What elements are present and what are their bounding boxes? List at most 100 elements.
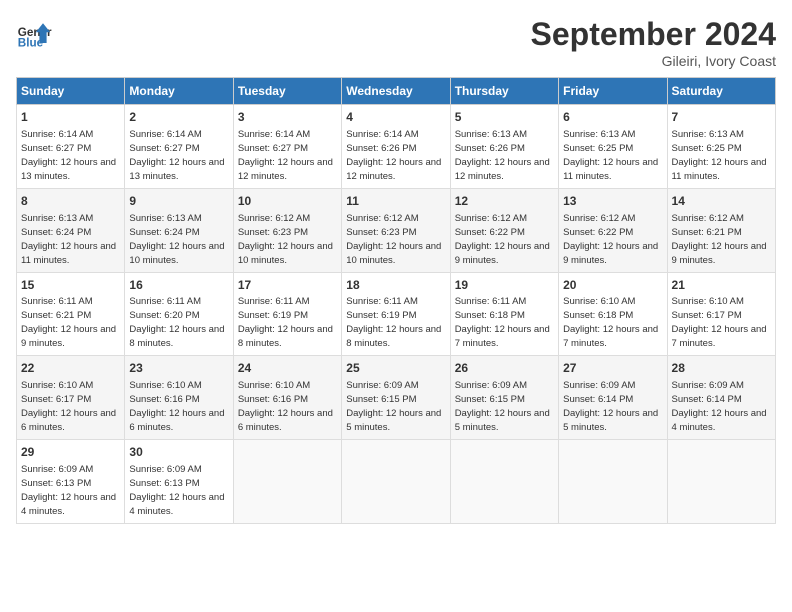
calendar-body: 1 Sunrise: 6:14 AMSunset: 6:27 PMDayligh… <box>17 105 776 524</box>
calendar-day-cell: 14 Sunrise: 6:12 AMSunset: 6:21 PMDaylig… <box>667 188 775 272</box>
day-detail: Sunrise: 6:12 AMSunset: 6:21 PMDaylight:… <box>672 213 767 266</box>
day-number: 12 <box>455 193 554 210</box>
calendar-day-cell: 26 Sunrise: 6:09 AMSunset: 6:15 PMDaylig… <box>450 356 558 440</box>
day-detail: Sunrise: 6:14 AMSunset: 6:27 PMDaylight:… <box>21 129 116 182</box>
day-detail: Sunrise: 6:14 AMSunset: 6:27 PMDaylight:… <box>238 129 333 182</box>
calendar-day-cell: 30 Sunrise: 6:09 AMSunset: 6:13 PMDaylig… <box>125 440 233 524</box>
day-detail: Sunrise: 6:13 AMSunset: 6:25 PMDaylight:… <box>563 129 658 182</box>
calendar-day-cell <box>342 440 450 524</box>
calendar-day-cell: 17 Sunrise: 6:11 AMSunset: 6:19 PMDaylig… <box>233 272 341 356</box>
day-number: 8 <box>21 193 120 210</box>
calendar-day-cell: 8 Sunrise: 6:13 AMSunset: 6:24 PMDayligh… <box>17 188 125 272</box>
day-number: 10 <box>238 193 337 210</box>
day-number: 17 <box>238 277 337 294</box>
calendar-day-cell <box>559 440 667 524</box>
day-detail: Sunrise: 6:11 AMSunset: 6:20 PMDaylight:… <box>129 296 224 349</box>
day-detail: Sunrise: 6:14 AMSunset: 6:27 PMDaylight:… <box>129 129 224 182</box>
day-detail: Sunrise: 6:10 AMSunset: 6:16 PMDaylight:… <box>129 380 224 433</box>
day-detail: Sunrise: 6:10 AMSunset: 6:16 PMDaylight:… <box>238 380 333 433</box>
day-detail: Sunrise: 6:10 AMSunset: 6:18 PMDaylight:… <box>563 296 658 349</box>
calendar-day-cell <box>450 440 558 524</box>
day-of-week-header: Friday <box>559 78 667 105</box>
day-number: 1 <box>21 109 120 126</box>
calendar-day-cell: 9 Sunrise: 6:13 AMSunset: 6:24 PMDayligh… <box>125 188 233 272</box>
calendar-day-cell: 21 Sunrise: 6:10 AMSunset: 6:17 PMDaylig… <box>667 272 775 356</box>
day-number: 27 <box>563 360 662 377</box>
day-number: 28 <box>672 360 771 377</box>
day-detail: Sunrise: 6:10 AMSunset: 6:17 PMDaylight:… <box>672 296 767 349</box>
calendar-day-cell: 22 Sunrise: 6:10 AMSunset: 6:17 PMDaylig… <box>17 356 125 440</box>
day-number: 26 <box>455 360 554 377</box>
calendar-day-cell: 15 Sunrise: 6:11 AMSunset: 6:21 PMDaylig… <box>17 272 125 356</box>
day-detail: Sunrise: 6:14 AMSunset: 6:26 PMDaylight:… <box>346 129 441 182</box>
day-detail: Sunrise: 6:11 AMSunset: 6:19 PMDaylight:… <box>346 296 441 349</box>
title-area: September 2024 Gileiri, Ivory Coast <box>531 16 776 69</box>
month-title: September 2024 <box>531 16 776 53</box>
day-number: 15 <box>21 277 120 294</box>
day-detail: Sunrise: 6:13 AMSunset: 6:24 PMDaylight:… <box>129 213 224 266</box>
calendar-day-cell: 7 Sunrise: 6:13 AMSunset: 6:25 PMDayligh… <box>667 105 775 189</box>
day-detail: Sunrise: 6:10 AMSunset: 6:17 PMDaylight:… <box>21 380 116 433</box>
calendar-day-cell: 3 Sunrise: 6:14 AMSunset: 6:27 PMDayligh… <box>233 105 341 189</box>
day-of-week-header: Saturday <box>667 78 775 105</box>
day-detail: Sunrise: 6:09 AMSunset: 6:15 PMDaylight:… <box>346 380 441 433</box>
day-of-week-header: Wednesday <box>342 78 450 105</box>
calendar-day-cell: 1 Sunrise: 6:14 AMSunset: 6:27 PMDayligh… <box>17 105 125 189</box>
day-number: 13 <box>563 193 662 210</box>
calendar-day-cell: 4 Sunrise: 6:14 AMSunset: 6:26 PMDayligh… <box>342 105 450 189</box>
calendar-day-cell: 25 Sunrise: 6:09 AMSunset: 6:15 PMDaylig… <box>342 356 450 440</box>
day-detail: Sunrise: 6:09 AMSunset: 6:15 PMDaylight:… <box>455 380 550 433</box>
calendar-table: SundayMondayTuesdayWednesdayThursdayFrid… <box>16 77 776 524</box>
day-detail: Sunrise: 6:09 AMSunset: 6:14 PMDaylight:… <box>563 380 658 433</box>
calendar-day-cell: 16 Sunrise: 6:11 AMSunset: 6:20 PMDaylig… <box>125 272 233 356</box>
day-number: 20 <box>563 277 662 294</box>
calendar-day-cell <box>233 440 341 524</box>
calendar-day-cell: 11 Sunrise: 6:12 AMSunset: 6:23 PMDaylig… <box>342 188 450 272</box>
day-detail: Sunrise: 6:13 AMSunset: 6:26 PMDaylight:… <box>455 129 550 182</box>
day-number: 5 <box>455 109 554 126</box>
day-number: 3 <box>238 109 337 126</box>
day-detail: Sunrise: 6:09 AMSunset: 6:14 PMDaylight:… <box>672 380 767 433</box>
calendar-day-cell: 18 Sunrise: 6:11 AMSunset: 6:19 PMDaylig… <box>342 272 450 356</box>
calendar-day-cell <box>667 440 775 524</box>
day-number: 30 <box>129 444 228 461</box>
calendar-day-cell: 5 Sunrise: 6:13 AMSunset: 6:26 PMDayligh… <box>450 105 558 189</box>
day-of-week-header: Monday <box>125 78 233 105</box>
calendar-week-row: 22 Sunrise: 6:10 AMSunset: 6:17 PMDaylig… <box>17 356 776 440</box>
day-detail: Sunrise: 6:11 AMSunset: 6:19 PMDaylight:… <box>238 296 333 349</box>
day-detail: Sunrise: 6:11 AMSunset: 6:18 PMDaylight:… <box>455 296 550 349</box>
day-number: 18 <box>346 277 445 294</box>
calendar-day-cell: 20 Sunrise: 6:10 AMSunset: 6:18 PMDaylig… <box>559 272 667 356</box>
day-number: 7 <box>672 109 771 126</box>
day-number: 6 <box>563 109 662 126</box>
day-number: 23 <box>129 360 228 377</box>
day-number: 19 <box>455 277 554 294</box>
calendar-day-cell: 12 Sunrise: 6:12 AMSunset: 6:22 PMDaylig… <box>450 188 558 272</box>
day-detail: Sunrise: 6:09 AMSunset: 6:13 PMDaylight:… <box>21 464 116 517</box>
calendar-day-cell: 10 Sunrise: 6:12 AMSunset: 6:23 PMDaylig… <box>233 188 341 272</box>
header: General Blue September 2024 Gileiri, Ivo… <box>16 16 776 69</box>
calendar-day-cell: 2 Sunrise: 6:14 AMSunset: 6:27 PMDayligh… <box>125 105 233 189</box>
day-number: 25 <box>346 360 445 377</box>
day-detail: Sunrise: 6:11 AMSunset: 6:21 PMDaylight:… <box>21 296 116 349</box>
calendar-day-cell: 19 Sunrise: 6:11 AMSunset: 6:18 PMDaylig… <box>450 272 558 356</box>
location: Gileiri, Ivory Coast <box>531 53 776 69</box>
calendar-day-cell: 23 Sunrise: 6:10 AMSunset: 6:16 PMDaylig… <box>125 356 233 440</box>
day-detail: Sunrise: 6:12 AMSunset: 6:22 PMDaylight:… <box>563 213 658 266</box>
calendar-day-cell: 6 Sunrise: 6:13 AMSunset: 6:25 PMDayligh… <box>559 105 667 189</box>
day-number: 29 <box>21 444 120 461</box>
day-of-week-header: Thursday <box>450 78 558 105</box>
day-detail: Sunrise: 6:09 AMSunset: 6:13 PMDaylight:… <box>129 464 224 517</box>
logo-icon: General Blue <box>16 16 52 52</box>
day-detail: Sunrise: 6:12 AMSunset: 6:23 PMDaylight:… <box>346 213 441 266</box>
day-number: 14 <box>672 193 771 210</box>
day-of-week-header: Sunday <box>17 78 125 105</box>
calendar-header-row: SundayMondayTuesdayWednesdayThursdayFrid… <box>17 78 776 105</box>
day-number: 11 <box>346 193 445 210</box>
calendar-week-row: 29 Sunrise: 6:09 AMSunset: 6:13 PMDaylig… <box>17 440 776 524</box>
calendar-week-row: 15 Sunrise: 6:11 AMSunset: 6:21 PMDaylig… <box>17 272 776 356</box>
day-detail: Sunrise: 6:12 AMSunset: 6:23 PMDaylight:… <box>238 213 333 266</box>
day-detail: Sunrise: 6:12 AMSunset: 6:22 PMDaylight:… <box>455 213 550 266</box>
day-number: 4 <box>346 109 445 126</box>
calendar-day-cell: 28 Sunrise: 6:09 AMSunset: 6:14 PMDaylig… <box>667 356 775 440</box>
